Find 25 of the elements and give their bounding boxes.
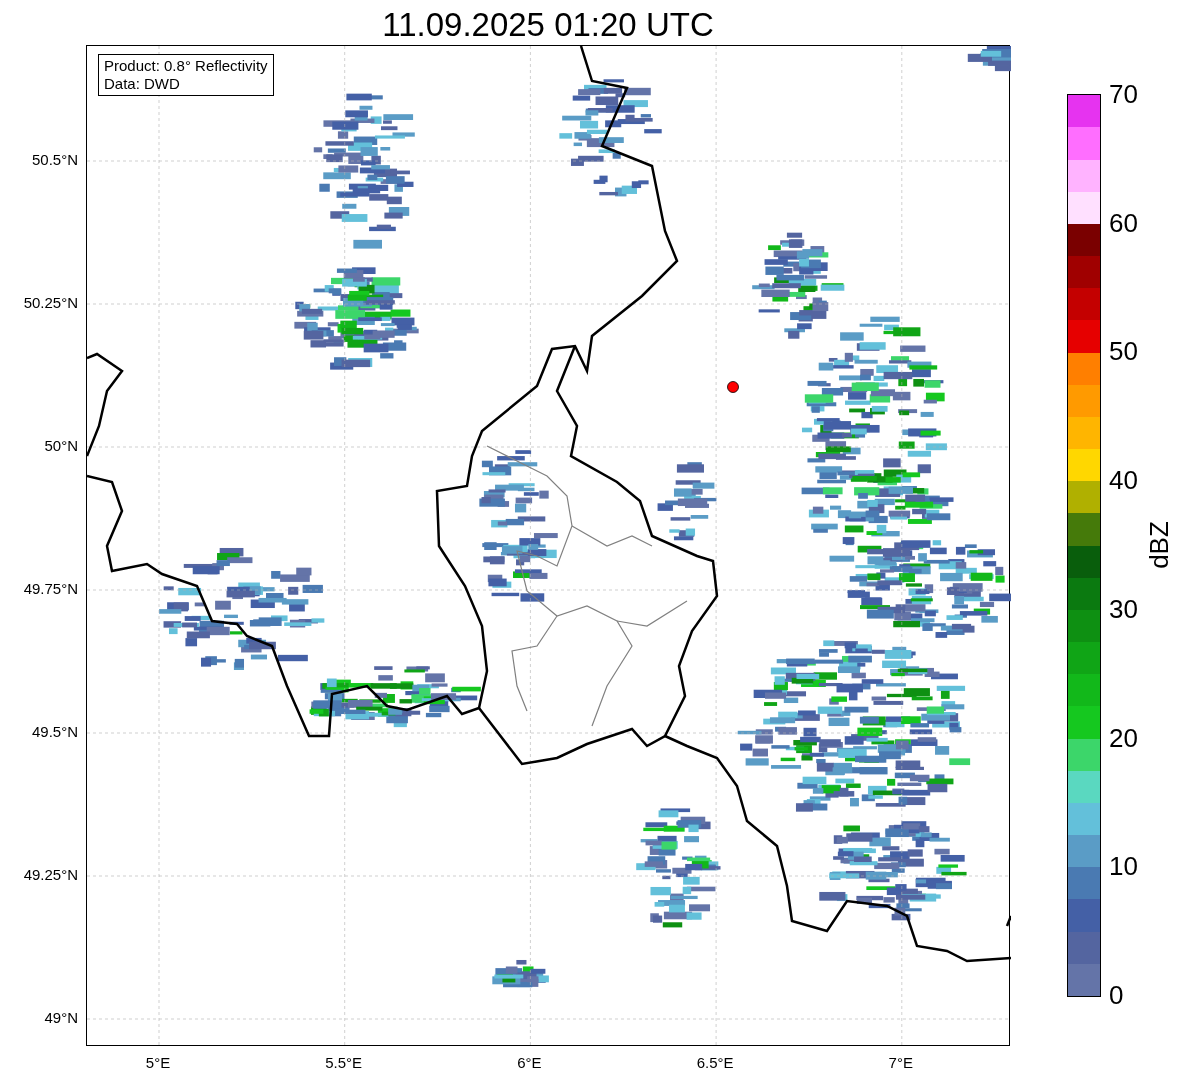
colorbar-tick-label: 60 — [1109, 207, 1138, 238]
colorbar-tick-label: 0 — [1109, 980, 1124, 1010]
colorbar-label: dBZ — [1143, 521, 1174, 569]
latitude-tick-label: 50°N — [44, 437, 78, 455]
colorbar-tick-label: 30 — [1109, 593, 1138, 624]
colorbar-tick-label: 50 — [1109, 336, 1138, 367]
latitude-tick-label: 49.25°N — [23, 866, 78, 884]
info-text: Data: DWD — [104, 75, 181, 93]
longitude-tick-label: 7°E — [888, 1054, 913, 1072]
longitude-tick-label: 6.5°E — [696, 1054, 734, 1072]
latitude-tick-label: 49.5°N — [31, 723, 78, 741]
colorbar-tick-label: 20 — [1109, 722, 1138, 753]
longitude-tick-label: 5°E — [145, 1054, 171, 1072]
chart-title: 11.09.2025 01:20 UTC — [382, 5, 714, 45]
colorbar-tick-label: 10 — [1109, 851, 1138, 882]
info-text: Product: 0.8° Reflectivity — [104, 57, 268, 75]
radar-site-marker — [727, 381, 739, 393]
longitude-tick-label: 6°E — [517, 1054, 542, 1072]
latitude-tick-label: 49.75°N — [23, 580, 78, 598]
colorbar-tick-label: 40 — [1109, 465, 1138, 496]
colorbar-tick-label: 70 — [1109, 79, 1138, 109]
latitude-tick-label: 50.5°N — [31, 151, 78, 169]
longitude-tick-label: 5.5°E — [325, 1054, 363, 1072]
latitude-tick-label: 50.25°N — [23, 294, 78, 312]
latitude-tick-label: 49°N — [44, 1009, 78, 1027]
